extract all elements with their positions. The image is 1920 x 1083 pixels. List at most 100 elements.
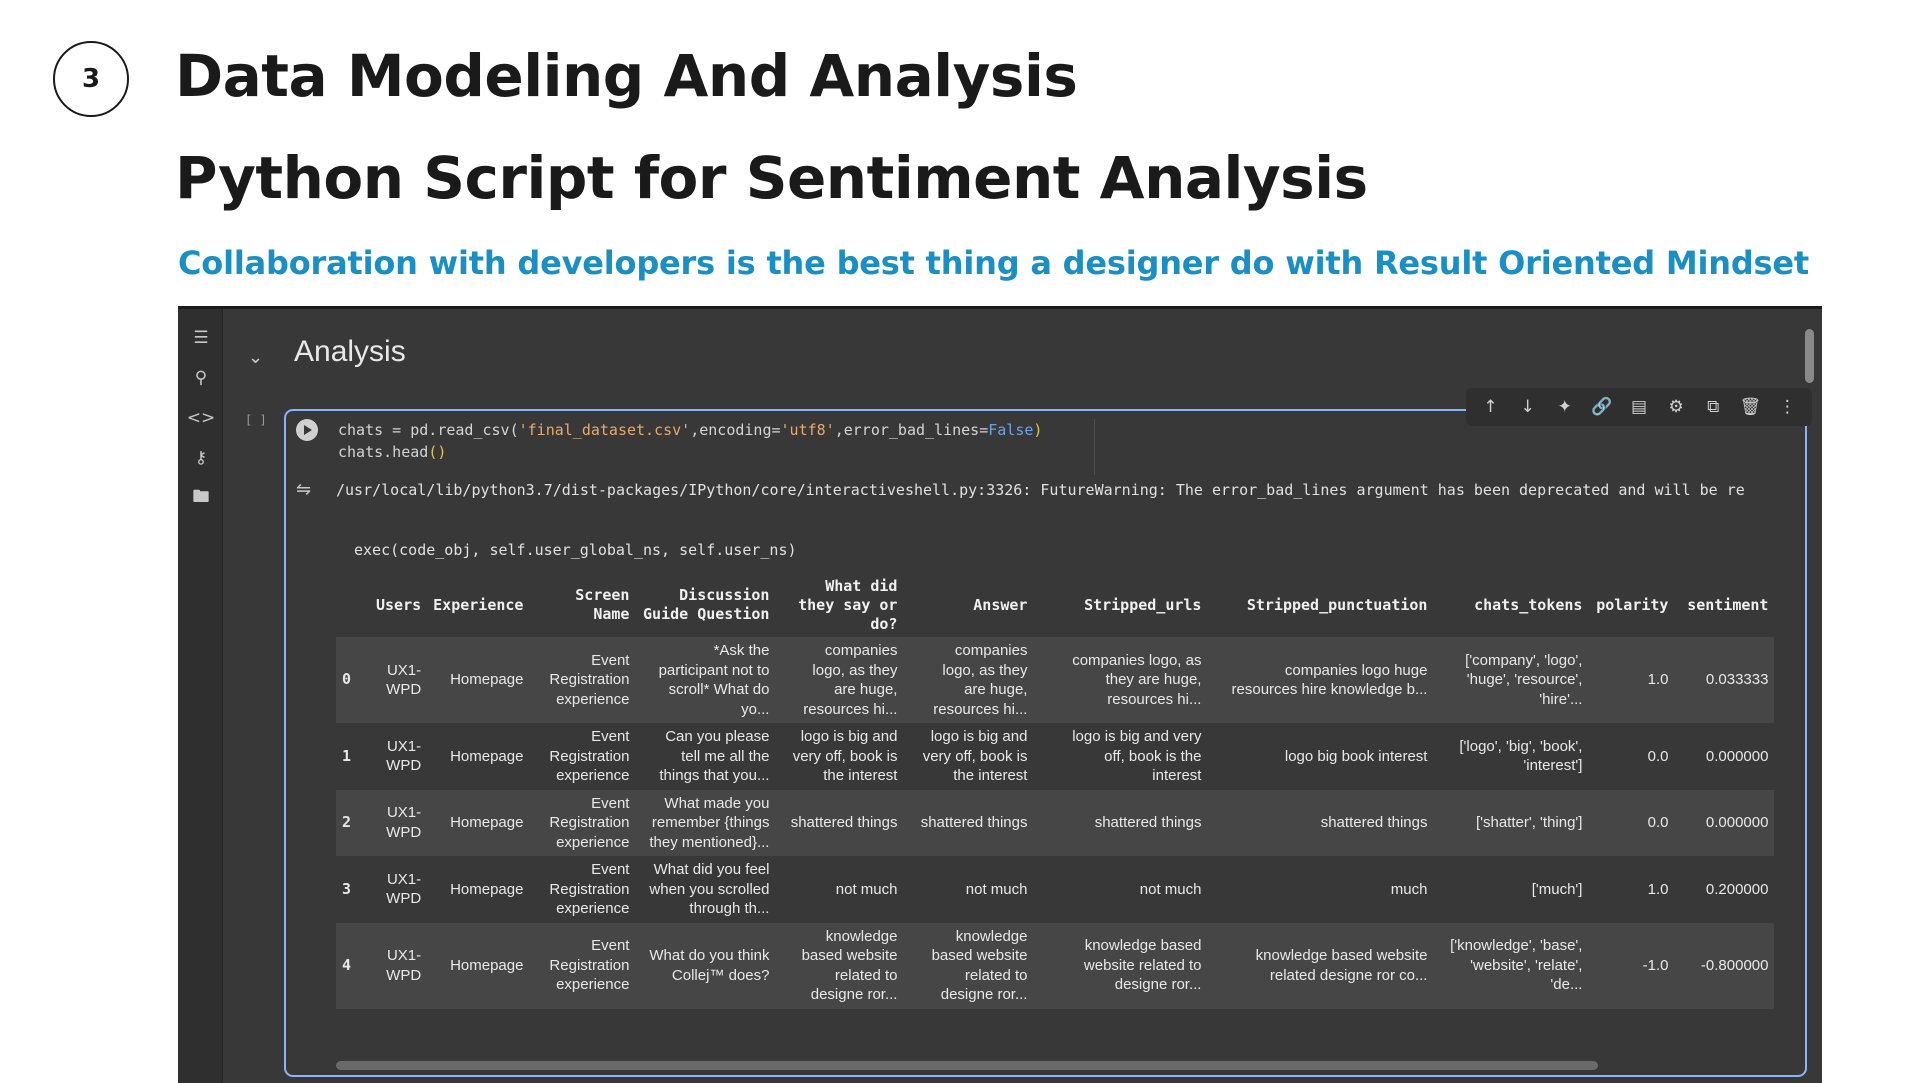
table-cell: -1.0 bbox=[1588, 922, 1675, 1009]
column-header bbox=[336, 573, 370, 637]
table-cell: companies logo, as they are huge, resources… bbox=[903, 637, 1034, 723]
table-cell: Event Registration experience bbox=[529, 789, 636, 856]
table-cell: 1.0 bbox=[1588, 637, 1675, 723]
code-editor[interactable]: chats = pd.read_csv('final_dataset.csv',… bbox=[338, 419, 1042, 463]
output-actions-icon[interactable]: ⇋ bbox=[296, 479, 311, 500]
table-cell: not much bbox=[903, 856, 1034, 923]
table-cell: knowledge based website related to designe … bbox=[903, 922, 1034, 1009]
column-header: What did they say or do? bbox=[798, 576, 898, 633]
files-folder-icon[interactable]: 🖿 bbox=[190, 487, 212, 509]
table-cell: ['shatter', 'thing'] bbox=[1433, 789, 1589, 856]
table-row: 4 UX1- WPD Homepage Event Registration experie… bbox=[336, 922, 1775, 1009]
table-cell: *Ask the participant not to scroll* What d… bbox=[635, 637, 776, 723]
column-header: sentiment bbox=[1687, 595, 1769, 614]
table-cell: 0.033333 bbox=[1674, 637, 1775, 723]
code-snippets-icon[interactable]: <> bbox=[187, 407, 216, 429]
column-header: Stripped_urls bbox=[1084, 595, 1202, 614]
horizontal-scrollbar[interactable] bbox=[336, 1061, 1598, 1070]
code-paren: ) bbox=[1033, 421, 1043, 439]
table-cell: Homepage bbox=[427, 789, 530, 856]
table-cell: Homepage bbox=[427, 723, 530, 790]
table-cell: ['much'] bbox=[1433, 856, 1589, 923]
gemini-sparkle-icon[interactable]: ✦ bbox=[1551, 393, 1579, 421]
table-cell: 0.000000 bbox=[1674, 723, 1775, 790]
column-header: Users bbox=[376, 595, 422, 614]
table-cell: shattered things bbox=[1033, 789, 1208, 856]
step-number: 3 bbox=[81, 64, 101, 94]
row-index: 0 bbox=[336, 637, 370, 723]
code-string: 'utf8' bbox=[780, 421, 835, 439]
vertical-scrollbar[interactable] bbox=[1805, 329, 1814, 383]
table-cell: -0.800000 bbox=[1674, 922, 1775, 1009]
table-cell: not much bbox=[775, 856, 904, 923]
dataframe-table: Users Experience Screen Name Discussion Gu… bbox=[336, 573, 1775, 1009]
table-row: 0 UX1- WPD Homepage Event Registration experie… bbox=[336, 637, 1775, 723]
run-cell-button[interactable] bbox=[296, 419, 318, 441]
table-row: 3 UX1- WPD Homepage Event Registration experie… bbox=[336, 856, 1775, 923]
code-text: chats = pd.read_csv( bbox=[338, 421, 519, 439]
table-cell: companies logo, as they are huge, resource… bbox=[1033, 637, 1208, 723]
comment-icon[interactable]: ▤ bbox=[1625, 393, 1653, 421]
table-cell: not much bbox=[1033, 856, 1208, 923]
table-of-contents-icon[interactable]: ☰ bbox=[190, 327, 212, 349]
column-header: Screen Name bbox=[575, 586, 630, 623]
table-cell: UX1- WPD bbox=[370, 789, 428, 856]
table-cell: 1.0 bbox=[1588, 856, 1675, 923]
code-paren: () bbox=[428, 443, 447, 461]
table-cell: shattered things bbox=[903, 789, 1034, 856]
code-string: 'final_dataset.csv' bbox=[518, 421, 691, 439]
table-cell: logo big book interest bbox=[1207, 723, 1434, 790]
step-number-badge: 3 bbox=[53, 41, 129, 117]
table-cell: UX1- WPD bbox=[370, 922, 428, 1009]
row-index: 4 bbox=[336, 922, 370, 1009]
table-cell: knowledge based website related to designe … bbox=[775, 922, 904, 1009]
table-cell: Homepage bbox=[427, 856, 530, 923]
cell-toolbar: ↑ ↓ ✦ 🔗 ▤ ⚙ ⧉ 🗑 ⋮ bbox=[1466, 388, 1812, 426]
settings-gear-icon[interactable]: ⚙ bbox=[1662, 393, 1690, 421]
column-header: Stripped_punctuation bbox=[1246, 595, 1428, 614]
table-cell: Homepage bbox=[427, 637, 530, 723]
table-cell: What did you feel when you scrolled throug… bbox=[635, 856, 776, 923]
mirror-cell-icon[interactable]: ⧉ bbox=[1699, 393, 1727, 421]
tagline: Collaboration with developers is the bes… bbox=[178, 244, 1810, 282]
table-cell: 0.200000 bbox=[1674, 856, 1775, 923]
table-cell: companies logo huge resources hire knowle… bbox=[1207, 637, 1434, 723]
column-header: Discussion Guide Question bbox=[643, 586, 770, 623]
secrets-key-icon[interactable]: ⚷ bbox=[190, 447, 212, 469]
table-row: 2 UX1- WPD Homepage Event Registration experie… bbox=[336, 789, 1775, 856]
table-cell: knowledge based website related designe r… bbox=[1207, 922, 1434, 1009]
column-header: Answer bbox=[973, 595, 1028, 614]
execution-count: [ ] bbox=[245, 413, 267, 427]
column-header: chats_tokens bbox=[1474, 595, 1583, 614]
row-index: 2 bbox=[336, 789, 370, 856]
table-row: 1 UX1- WPD Homepage Event Registration experie… bbox=[336, 723, 1775, 790]
code-keyword: False bbox=[988, 421, 1034, 439]
delete-icon[interactable]: 🗑 bbox=[1736, 393, 1764, 421]
table-cell: What do you think Collej™ does? bbox=[635, 922, 776, 1009]
table-cell: ['knowledge', 'base','website', 'relate'… bbox=[1433, 922, 1589, 1009]
left-sidebar-rail: ☰ ⚲ <> ⚷ 🖿 bbox=[178, 309, 223, 1083]
table-cell: Event Registration experience bbox=[529, 637, 636, 723]
table-cell: Event Registration experience bbox=[529, 856, 636, 923]
row-index: 3 bbox=[336, 856, 370, 923]
move-up-icon[interactable]: ↑ bbox=[1477, 393, 1505, 421]
page-title: Data Modeling And Analysis bbox=[175, 42, 1078, 110]
find-icon[interactable]: ⚲ bbox=[190, 367, 212, 389]
table-cell: companies logo, as they are huge, resources… bbox=[775, 637, 904, 723]
section-heading: Analysis bbox=[294, 335, 406, 368]
collapse-section-chevron-icon[interactable]: ⌄ bbox=[248, 347, 263, 368]
code-cell[interactable]: chats = pd.read_csv('final_dataset.csv',… bbox=[284, 409, 1807, 1077]
table-cell: shattered things bbox=[1207, 789, 1434, 856]
page-subtitle-heading: Python Script for Sentiment Analysis bbox=[175, 144, 1368, 212]
move-down-icon[interactable]: ↓ bbox=[1514, 393, 1542, 421]
column-header: polarity bbox=[1596, 595, 1669, 614]
column-header: Experience bbox=[433, 595, 524, 614]
more-options-icon[interactable]: ⋮ bbox=[1773, 393, 1801, 421]
table-cell: UX1- WPD bbox=[370, 723, 428, 790]
link-icon[interactable]: 🔗 bbox=[1588, 393, 1616, 421]
table-header-row: Users Experience Screen Name Discussion Gu… bbox=[336, 573, 1774, 637]
code-text: ,encoding= bbox=[690, 421, 781, 439]
exec-line-text: exec(code_obj, self.user_global_ns, self… bbox=[354, 541, 797, 559]
row-index: 1 bbox=[336, 723, 370, 790]
table-cell: logo is big and very off, book is the inte… bbox=[1033, 723, 1208, 790]
